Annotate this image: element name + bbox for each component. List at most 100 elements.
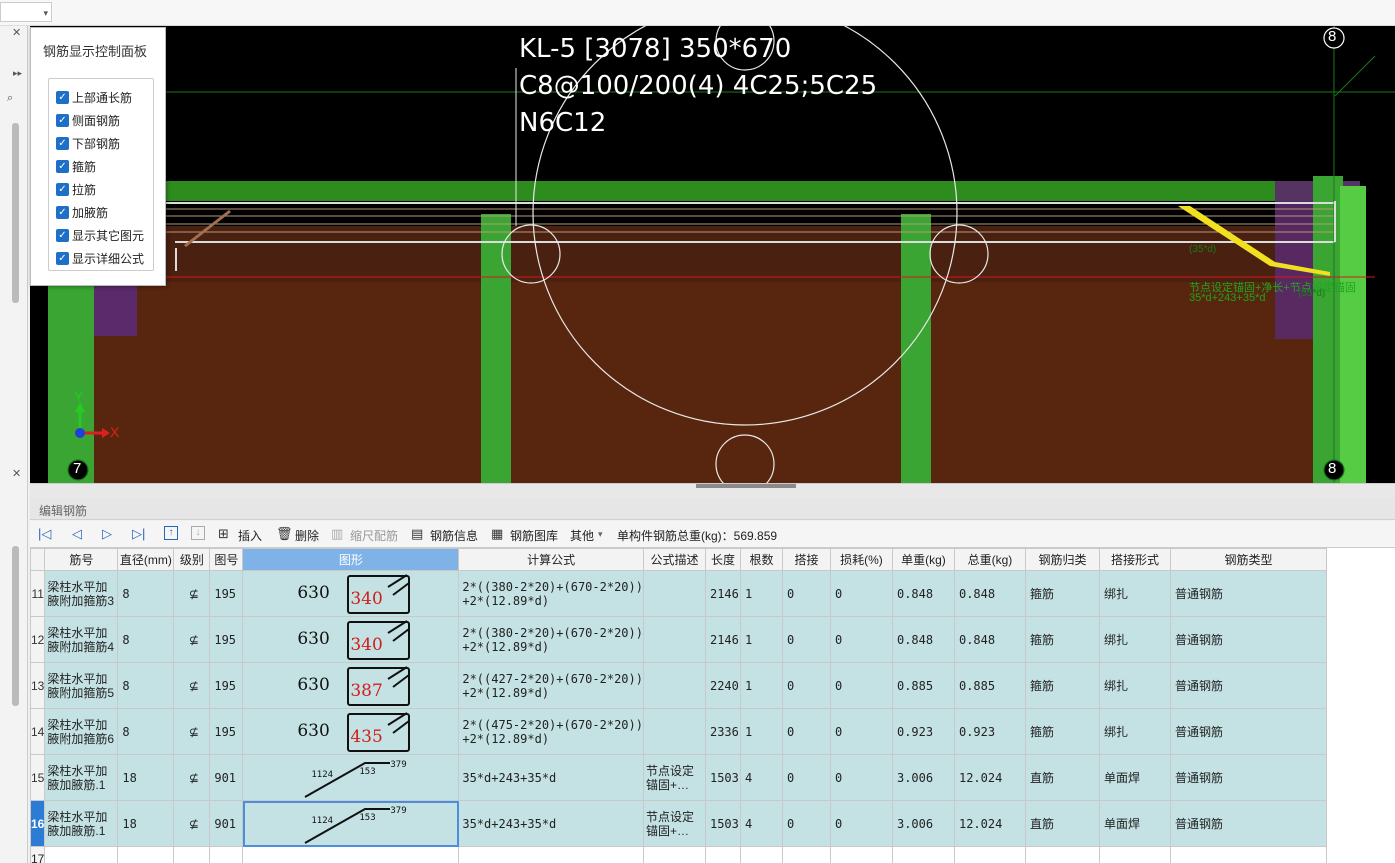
row-number[interactable]: 15 bbox=[30, 754, 46, 801]
formula-desc-cell[interactable]: 节点设定锚固+… bbox=[642, 754, 706, 801]
category-cell[interactable]: 箍筋 bbox=[1024, 662, 1100, 709]
empty-cell[interactable] bbox=[173, 846, 211, 863]
table-row[interactable]: 13 梁柱水平加腋附加箍筋5 8 ⊈ 195 630 387 2*((427-2… bbox=[30, 662, 1327, 709]
lap-cell[interactable]: 0 bbox=[781, 708, 831, 755]
category-cell[interactable]: 箍筋 bbox=[1024, 570, 1100, 617]
diameter-cell[interactable]: 8 bbox=[117, 616, 175, 663]
rebar-library-button[interactable]: 钢筋图库 bbox=[510, 527, 558, 544]
option-show-other-elements[interactable]: ✓ 显示其它图元 bbox=[56, 225, 144, 245]
formula-cell[interactable]: 2*((380-2*20)+(670-2*20)) +2*(12.89*d) bbox=[458, 570, 644, 617]
option-stirrup[interactable]: ✓ 箍筋 bbox=[56, 156, 96, 176]
figure-number-cell[interactable]: 195 bbox=[209, 662, 244, 709]
header-length[interactable]: 长度 bbox=[704, 548, 741, 571]
unit-weight-cell[interactable]: 0.848 bbox=[891, 616, 955, 663]
empty-cell[interactable] bbox=[739, 846, 783, 863]
last-record-icon[interactable]: ▷| bbox=[132, 526, 145, 542]
floor-select[interactable]: ▾ bbox=[0, 2, 52, 22]
rebar-info-icon[interactable]: ▤ bbox=[411, 526, 423, 542]
header-rebar-type[interactable]: 钢筋类型 bbox=[1169, 548, 1327, 571]
shape-cell[interactable]: 630 340 bbox=[242, 616, 460, 663]
category-cell[interactable]: 直筋 bbox=[1024, 754, 1100, 801]
lap-type-cell[interactable]: 绑扎 bbox=[1098, 616, 1171, 663]
prev-record-icon[interactable]: ◁ bbox=[72, 526, 82, 542]
panel-splitter[interactable] bbox=[30, 483, 1395, 498]
insert-icon[interactable]: ⊞ bbox=[218, 526, 229, 542]
chevron-down-icon[interactable]: ▾ bbox=[598, 529, 603, 540]
bar-name-cell[interactable]: 梁柱水平加腋加腋筋.1 bbox=[44, 754, 119, 801]
rebar-type-cell[interactable]: 普通钢筋 bbox=[1169, 616, 1327, 663]
insert-button[interactable]: 插入 bbox=[238, 527, 262, 544]
empty-cell[interactable] bbox=[642, 846, 706, 863]
lap-type-cell[interactable]: 单面焊 bbox=[1098, 800, 1171, 847]
header-formula-desc[interactable]: 公式描述 bbox=[642, 548, 706, 571]
figure-number-cell[interactable]: 195 bbox=[209, 616, 244, 663]
checkbox-checked-icon[interactable]: ✓ bbox=[56, 182, 69, 196]
option-haunch-rebar[interactable]: ✓ 加腋筋 bbox=[56, 202, 108, 222]
option-show-detailed-formula[interactable]: ✓ 显示详细公式 bbox=[56, 248, 144, 268]
shape-cell[interactable]: 630 435 bbox=[242, 708, 460, 755]
option-top-long-rebar[interactable]: ✓ 上部通长筋 bbox=[56, 87, 132, 107]
rebar-type-cell[interactable]: 普通钢筋 bbox=[1169, 662, 1327, 709]
trash-icon[interactable]: 🗑 bbox=[276, 526, 293, 542]
empty-cell[interactable] bbox=[781, 846, 831, 863]
formula-desc-cell[interactable] bbox=[642, 662, 706, 709]
table-row[interactable]: 11 梁柱水平加腋附加箍筋3 8 ⊈ 195 630 340 2*((380-2… bbox=[30, 570, 1327, 617]
row-number[interactable]: 17 bbox=[30, 846, 46, 863]
splitter-grip[interactable] bbox=[696, 484, 796, 488]
other-menu-button[interactable]: 其他 bbox=[570, 527, 594, 544]
row-number[interactable]: 16 bbox=[30, 800, 46, 847]
empty-cell[interactable] bbox=[1098, 846, 1171, 863]
grade-cell[interactable]: ⊈ bbox=[173, 616, 211, 663]
header-unit-weight[interactable]: 单重(kg) bbox=[891, 548, 955, 571]
header-bar-number[interactable]: 筋号 bbox=[44, 548, 119, 571]
total-weight-cell[interactable]: 0.885 bbox=[953, 662, 1026, 709]
header-formula[interactable]: 计算公式 bbox=[458, 548, 644, 571]
checkbox-checked-icon[interactable]: ✓ bbox=[56, 251, 69, 265]
lap-cell[interactable]: 0 bbox=[781, 616, 831, 663]
empty-cell[interactable] bbox=[829, 846, 893, 863]
figure-number-cell[interactable]: 195 bbox=[209, 570, 244, 617]
rebar-type-cell[interactable]: 普通钢筋 bbox=[1169, 708, 1327, 755]
category-cell[interactable]: 直筋 bbox=[1024, 800, 1100, 847]
formula-desc-cell[interactable] bbox=[642, 616, 706, 663]
total-weight-cell[interactable]: 12.024 bbox=[953, 754, 1026, 801]
category-cell[interactable]: 箍筋 bbox=[1024, 616, 1100, 663]
checkbox-checked-icon[interactable]: ✓ bbox=[56, 90, 69, 104]
shape-cell[interactable]: 630 387 bbox=[242, 662, 460, 709]
grade-cell[interactable]: ⊈ bbox=[173, 754, 211, 801]
unit-weight-cell[interactable]: 0.848 bbox=[891, 570, 955, 617]
empty-cell[interactable] bbox=[953, 846, 1026, 863]
row-number[interactable]: 13 bbox=[30, 662, 46, 709]
loss-cell[interactable]: 0 bbox=[829, 754, 893, 801]
lap-cell[interactable]: 0 bbox=[781, 754, 831, 801]
bar-name-cell[interactable]: 梁柱水平加腋附加箍筋6 bbox=[44, 708, 119, 755]
total-weight-cell[interactable]: 0.848 bbox=[953, 570, 1026, 617]
grade-cell[interactable]: ⊈ bbox=[173, 708, 211, 755]
lap-type-cell[interactable]: 绑扎 bbox=[1098, 708, 1171, 755]
lap-type-cell[interactable]: 单面焊 bbox=[1098, 754, 1171, 801]
header-lap-type[interactable]: 搭接形式 bbox=[1098, 548, 1171, 571]
diameter-cell[interactable]: 8 bbox=[117, 708, 175, 755]
grade-cell[interactable]: ⊈ bbox=[173, 800, 211, 847]
lap-cell[interactable]: 0 bbox=[781, 570, 831, 617]
rebar-3d-viewport[interactable]: KL-5 [3078] 350*670 C8@100/200(4) 4C25;5… bbox=[30, 26, 1395, 483]
header-shape[interactable]: 图形 bbox=[242, 548, 460, 571]
count-cell[interactable]: 1 bbox=[739, 708, 783, 755]
empty-cell[interactable] bbox=[458, 846, 644, 863]
length-cell[interactable]: 2146 bbox=[704, 570, 741, 617]
length-cell[interactable]: 1503 bbox=[704, 800, 741, 847]
unit-weight-cell[interactable]: 3.006 bbox=[891, 754, 955, 801]
unit-weight-cell[interactable]: 3.006 bbox=[891, 800, 955, 847]
figure-number-cell[interactable]: 901 bbox=[209, 800, 244, 847]
shape-cell[interactable]: 630 340 bbox=[242, 570, 460, 617]
rebar-library-icon[interactable]: ▦ bbox=[491, 526, 503, 542]
formula-desc-cell[interactable] bbox=[642, 708, 706, 755]
unit-weight-cell[interactable]: 0.885 bbox=[891, 662, 955, 709]
rebar-type-cell[interactable]: 普通钢筋 bbox=[1169, 800, 1327, 847]
delete-button[interactable]: 删除 bbox=[295, 527, 319, 544]
close-icon[interactable]: ✕ bbox=[12, 26, 21, 39]
first-record-icon[interactable]: |◁ bbox=[38, 526, 51, 542]
checkbox-checked-icon[interactable]: ✓ bbox=[56, 205, 69, 219]
empty-cell[interactable] bbox=[1169, 846, 1327, 863]
loss-cell[interactable]: 0 bbox=[829, 570, 893, 617]
